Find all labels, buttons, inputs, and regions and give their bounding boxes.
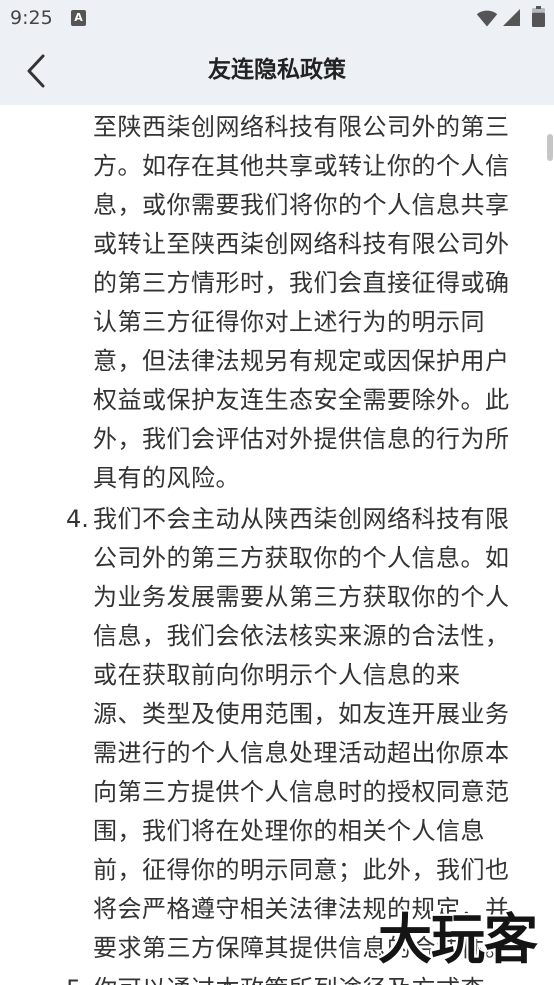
wifi-icon-shape (476, 10, 498, 27)
chevron-left-icon-stroke (27, 54, 45, 88)
policy-content[interactable]: 至陕西柒创网络科技有限公司外的第三 方。如存在其他共享或转让你的个人信 息，或你… (0, 105, 554, 985)
battery-fill (532, 12, 545, 27)
paragraph-line: 公司外的第三方获取你的个人信息。如 (93, 544, 510, 572)
paragraph-line: 至陕西柒创网络科技有限公司外的第三 (93, 113, 510, 141)
battery-icon (532, 6, 545, 27)
paragraph-line: 要求第三方保障其提供信息的合法性。 (93, 934, 510, 962)
paragraph-line: 源、类型及使用范围，如友连开展业务 (93, 700, 510, 728)
list-number: 4. (66, 505, 89, 533)
paragraph-line: 围，我们将在处理你的相关个人信息 (93, 817, 485, 845)
list-number: 5. (66, 970, 89, 985)
paragraph-line: 认第三方征得你对上述行为的明示同 (93, 308, 485, 336)
paragraph-line: 向第三方提供个人信息时的授权同意范 (93, 778, 510, 806)
policy-list-item-5: 5. 你可以通过本政策所列途径及方式查 (0, 970, 554, 985)
notification-icon: A (71, 10, 86, 26)
paragraph-line: 信息，我们会依法核实来源的合法性， (93, 622, 510, 650)
paragraph-line: 你可以通过本政策所列途径及方式查 (93, 970, 554, 985)
page-title: 友连隐私政策 (208, 57, 346, 83)
chevron-left-icon[interactable] (22, 52, 50, 90)
policy-list-item-4: 4. 我们不会主动从陕西柒创网络科技有限 公司外的第三方获取你的个人信息。如 为… (0, 500, 554, 968)
back-button[interactable] (22, 52, 50, 90)
notification-icon-letter: A (74, 11, 83, 24)
wifi-icon (476, 10, 498, 27)
paragraph-line: 权益或保护友连生态安全需要除外。此 (93, 386, 510, 414)
status-bar: 9:25 A (0, 0, 554, 36)
screen: 9:25 A 友连隐私政策 至陕西柒创网络科技有限公司外的第三 方。如存在其他共… (0, 0, 554, 985)
status-time: 9:25 (10, 7, 53, 29)
paragraph-line: 或转让至陕西柒创网络科技有限公司外 (93, 230, 510, 258)
paragraph-line: 息，或你需要我们将你的个人信息共享 (93, 191, 510, 219)
paragraph-line: 为业务发展需要从第三方获取你的个人 (93, 583, 510, 611)
policy-content-inner: 至陕西柒创网络科技有限公司外的第三 方。如存在其他共享或转让你的个人信 息，或你… (0, 105, 554, 985)
paragraph-line: 前，征得你的明示同意；此外，我们也 (93, 856, 510, 884)
paragraph-line: 或在获取前向你明示个人信息的来 (93, 661, 461, 689)
paragraph-line: 外，我们会评估对外提供信息的行为所 (93, 425, 510, 453)
paragraph-line: 我们不会主动从陕西柒创网络科技有限 (93, 505, 510, 533)
paragraph-line: 将会严格遵守相关法律法规的规定，并 (93, 895, 510, 923)
policy-paragraph-3-continued: 至陕西柒创网络科技有限公司外的第三 方。如存在其他共享或转让你的个人信 息，或你… (0, 108, 554, 498)
signal-icon-shape (503, 9, 520, 26)
paragraph-line: 具有的风险。 (93, 464, 240, 492)
paragraph-line: 方。如存在其他共享或转让你的个人信 (93, 152, 510, 180)
app-header: 友连隐私政策 (0, 36, 554, 105)
paragraph-line: 意，但法律法规另有规定或因保护用户 (93, 347, 510, 375)
paragraph-line: 需进行的个人信息处理活动超出你原本 (93, 739, 510, 767)
paragraph-line: 的第三方情形时，我们会直接征得或确 (93, 269, 510, 297)
signal-icon (503, 9, 520, 26)
scrollbar-thumb[interactable] (547, 134, 553, 161)
